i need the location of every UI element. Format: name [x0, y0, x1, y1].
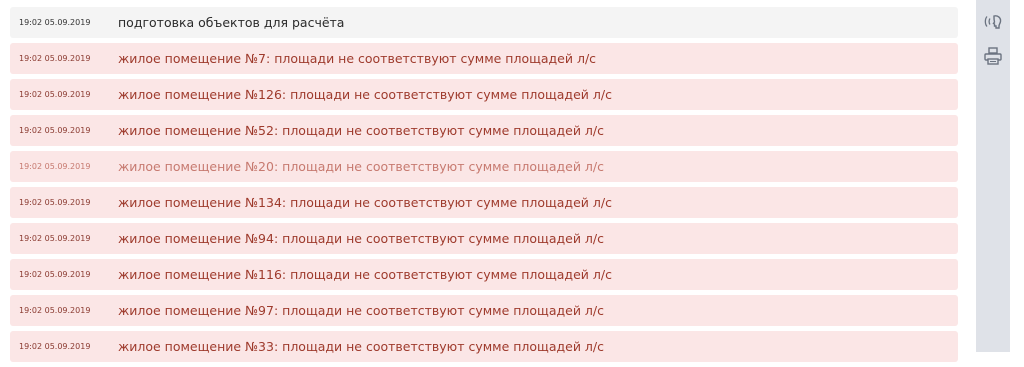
log-timestamp: 19:02 05.09.2019 — [19, 306, 91, 315]
log-message: жилое помещение №116: площади не соответ… — [118, 267, 612, 282]
printer-icon — [984, 47, 1002, 65]
log-timestamp: 19:02 05.09.2019 — [19, 54, 91, 63]
log-timestamp: 19:02 05.09.2019 — [19, 126, 91, 135]
log-message: жилое помещение №52: площади не соответс… — [118, 123, 604, 138]
log-timestamp: 19:02 05.09.2019 — [19, 234, 91, 243]
log-row: 19:02 05.09.2019 жилое помещение №52: пло… — [10, 115, 958, 146]
log-list: 19:02 05.09.2019 подготовка объектов для … — [10, 7, 958, 367]
log-row: 19:02 05.09.2019 жилое помещение №7: площ… — [10, 43, 958, 74]
log-row: 19:02 05.09.2019 жилое помещение №33: пло… — [10, 331, 958, 362]
log-row: 19:02 05.09.2019 жилое помещение №97: пло… — [10, 295, 958, 326]
log-timestamp: 19:02 05.09.2019 — [19, 198, 91, 207]
log-timestamp: 19:02 05.09.2019 — [19, 270, 91, 279]
log-message: жилое помещение №7: площади не соответст… — [118, 51, 597, 66]
log-row: 19:02 05.09.2019 жилое помещение №134: пл… — [10, 187, 958, 218]
side-panel — [976, 0, 1010, 352]
print-button[interactable] — [980, 44, 1006, 68]
log-row: 19:02 05.09.2019 жилое помещение №116: пл… — [10, 259, 958, 290]
log-timestamp: 19:02 05.09.2019 — [19, 162, 91, 171]
log-message: подготовка объектов для расчёта — [118, 15, 345, 30]
voice-button[interactable] — [980, 10, 1006, 34]
log-row: 19:02 05.09.2019 жилое помещение №20: пло… — [10, 151, 958, 182]
log-timestamp: 19:02 05.09.2019 — [19, 90, 91, 99]
log-row: 19:02 05.09.2019 жилое помещение №94: пло… — [10, 223, 958, 254]
log-message: жилое помещение №134: площади не соответ… — [118, 195, 612, 210]
log-message: жилое помещение №94: площади не соответс… — [118, 231, 604, 246]
log-message: жилое помещение №126: площади не соответ… — [118, 87, 612, 102]
log-timestamp: 19:02 05.09.2019 — [19, 18, 91, 27]
log-row: 19:02 05.09.2019 подготовка объектов для … — [10, 7, 958, 38]
speaking-head-icon — [984, 15, 1002, 29]
log-message: жилое помещение №20: площади не соответс… — [118, 159, 604, 174]
log-message: жилое помещение №97: площади не соответс… — [118, 303, 604, 318]
log-row: 19:02 05.09.2019 жилое помещение №126: пл… — [10, 79, 958, 110]
log-timestamp: 19:02 05.09.2019 — [19, 342, 91, 351]
